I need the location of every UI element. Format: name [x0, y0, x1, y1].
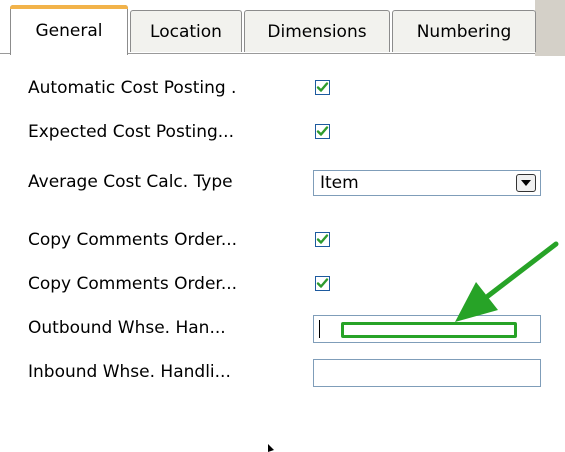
tab-strip-background	[535, 0, 565, 56]
average-cost-calc-type-label: Average Cost Calc. Type	[28, 172, 233, 192]
copy-comments-order-1-row: Copy Comments Order...	[0, 224, 565, 256]
item-setup-window: General Location Dimensions Numbering Au…	[0, 0, 565, 452]
tab-general-label: General	[35, 20, 103, 41]
automatic-cost-posting-row: Automatic Cost Posting .	[0, 72, 565, 104]
tab-numbering-label: Numbering	[416, 21, 512, 42]
copy-comments-order-2-row: Copy Comments Order...	[0, 268, 565, 300]
automatic-cost-posting-checkbox[interactable]	[315, 80, 330, 95]
copy-comments-order-2-checkbox[interactable]	[315, 276, 330, 291]
inbound-whse-input[interactable]	[313, 359, 541, 387]
tab-general[interactable]: General	[10, 5, 128, 55]
check-icon	[316, 126, 329, 136]
outbound-whse-label: Outbound Whse. Han...	[28, 318, 226, 338]
tab-location[interactable]: Location	[130, 10, 242, 52]
tab-strip: General Location Dimensions Numbering	[0, 0, 565, 56]
automatic-cost-posting-label: Automatic Cost Posting .	[28, 78, 237, 98]
average-cost-calc-type-select[interactable]: Item	[313, 170, 541, 196]
copy-comments-order-1-label: Copy Comments Order...	[28, 230, 238, 250]
tab-dimensions[interactable]: Dimensions	[244, 10, 390, 52]
inbound-whse-label: Inbound Whse. Handli...	[28, 362, 231, 382]
tab-location-label: Location	[150, 21, 222, 42]
copy-comments-order-1-checkbox[interactable]	[315, 232, 330, 247]
inbound-whse-row: Inbound Whse. Handli...	[0, 356, 565, 388]
annotation-highlight-box	[341, 322, 517, 338]
general-tab-panel: Automatic Cost Posting . Expected Cost P…	[0, 56, 565, 452]
mouse-pointer-icon	[268, 444, 274, 452]
copy-comments-order-2-label: Copy Comments Order...	[28, 274, 238, 294]
expected-cost-posting-checkbox[interactable]	[315, 124, 330, 139]
tab-dimensions-label: Dimensions	[267, 21, 367, 42]
expected-cost-posting-label: Expected Cost Posting...	[28, 122, 234, 142]
tab-numbering[interactable]: Numbering	[392, 10, 536, 52]
outbound-whse-row: Outbound Whse. Han...	[0, 312, 565, 344]
dropdown-arrow-icon[interactable]	[516, 174, 536, 192]
text-caret	[319, 320, 320, 338]
average-cost-calc-type-value: Item	[320, 173, 359, 193]
check-icon	[316, 82, 329, 92]
check-icon	[316, 234, 329, 244]
outbound-whse-input[interactable]	[313, 315, 541, 343]
expected-cost-posting-row: Expected Cost Posting...	[0, 116, 565, 148]
check-icon	[316, 278, 329, 288]
average-cost-calc-type-row: Average Cost Calc. Type Item	[0, 166, 565, 198]
